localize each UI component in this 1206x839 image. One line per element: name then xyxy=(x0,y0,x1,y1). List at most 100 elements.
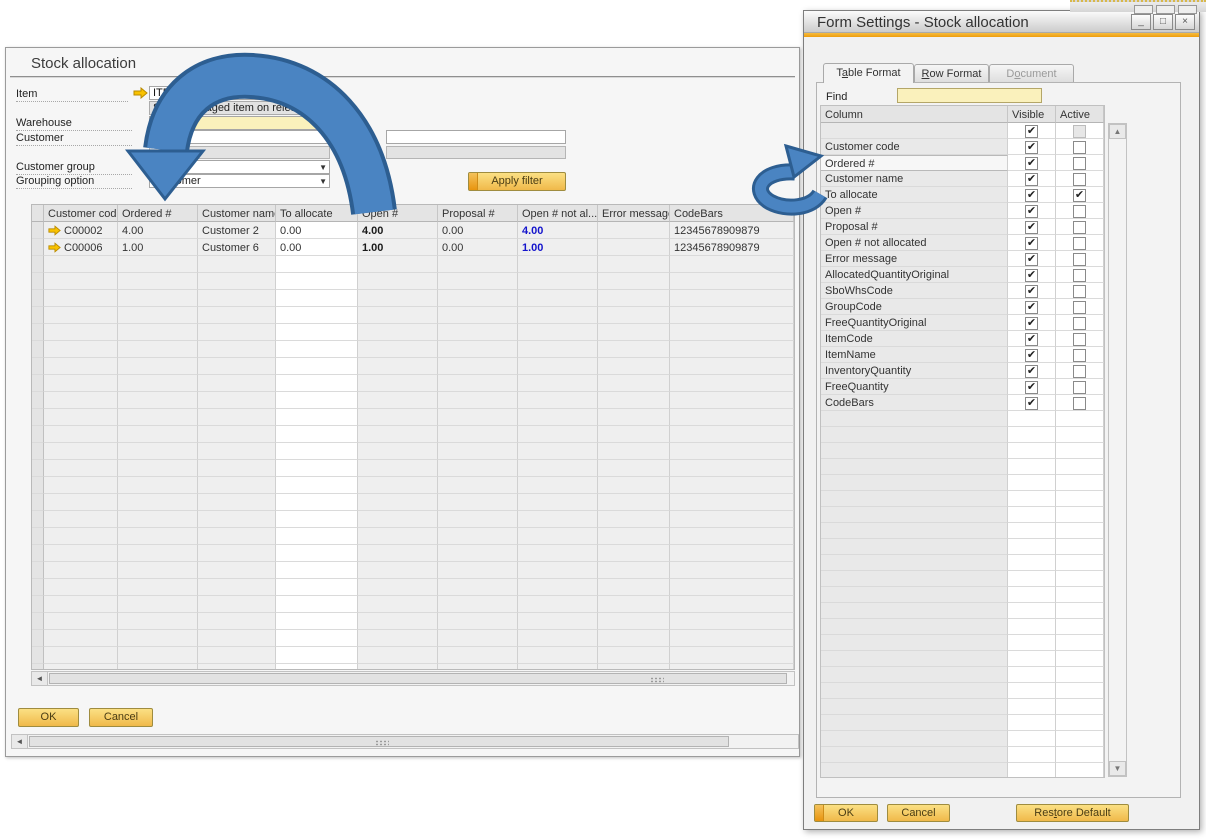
link-arrow-icon[interactable] xyxy=(133,87,148,99)
table-row-empty[interactable] xyxy=(32,358,794,375)
dialog-titlebar[interactable]: Form Settings - Stock allocation _ □ × xyxy=(804,11,1199,33)
scrollbar-thumb[interactable] xyxy=(49,673,787,684)
table-row-empty[interactable] xyxy=(32,426,794,443)
visible-cell[interactable]: ✔ xyxy=(1008,187,1056,203)
active-cell[interactable] xyxy=(1056,123,1104,139)
list-item-empty[interactable] xyxy=(821,587,1104,603)
list-item-empty[interactable] xyxy=(821,603,1104,619)
active-cell[interactable] xyxy=(1056,235,1104,251)
list-item-empty[interactable] xyxy=(821,491,1104,507)
list-item[interactable]: Proposal #✔ xyxy=(821,219,1104,235)
table-cell-customer_code[interactable]: C00006 xyxy=(44,239,118,256)
table-row-empty[interactable] xyxy=(32,528,794,545)
table-h-scrollbar[interactable]: ◄ xyxy=(31,671,795,686)
list-item-empty[interactable] xyxy=(821,715,1104,731)
table-row-empty[interactable] xyxy=(32,545,794,562)
active-cell[interactable] xyxy=(1056,219,1104,235)
active-checkbox[interactable] xyxy=(1073,365,1086,378)
list-item-empty[interactable] xyxy=(821,475,1104,491)
active-cell[interactable] xyxy=(1056,379,1104,395)
active-cell[interactable] xyxy=(1056,155,1104,171)
list-item[interactable]: Open # not allocated✔ xyxy=(821,235,1104,251)
table-cell-open[interactable]: 4.00 xyxy=(358,222,438,239)
column-name-cell[interactable] xyxy=(821,123,1008,139)
link-arrow-icon[interactable] xyxy=(48,225,61,236)
list-item[interactable]: SboWhsCode ✔ xyxy=(821,283,1104,299)
list-item[interactable]: Ordered #✔ xyxy=(821,155,1104,171)
column-name-cell[interactable]: GroupCode xyxy=(821,299,1008,315)
column-name-cell[interactable]: CodeBars xyxy=(821,395,1008,411)
row-selector[interactable] xyxy=(32,239,44,256)
table-cell-to_allocate[interactable]: 0.00 xyxy=(276,239,358,256)
table-row-empty[interactable] xyxy=(32,256,794,273)
visible-checkbox[interactable]: ✔ xyxy=(1025,381,1038,394)
visible-checkbox[interactable]: ✔ xyxy=(1025,365,1038,378)
list-item-empty[interactable] xyxy=(821,731,1104,747)
visible-checkbox[interactable]: ✔ xyxy=(1025,333,1038,346)
column-header[interactable]: Ordered # xyxy=(118,205,198,222)
column-header[interactable]: Customer name xyxy=(198,205,276,222)
restore-default-button[interactable]: Restore Default xyxy=(1016,804,1129,822)
visible-checkbox[interactable]: ✔ xyxy=(1025,301,1038,314)
scroll-down-icon[interactable]: ▼ xyxy=(1109,761,1126,776)
window-h-scrollbar[interactable]: ◄ xyxy=(11,734,799,749)
list-item-empty[interactable] xyxy=(821,523,1104,539)
list-item-empty[interactable] xyxy=(821,651,1104,667)
scroll-left-icon[interactable]: ◄ xyxy=(12,735,28,748)
column-name-cell[interactable]: ItemName xyxy=(821,347,1008,363)
list-item-empty[interactable] xyxy=(821,635,1104,651)
active-checkbox[interactable] xyxy=(1073,397,1086,410)
visible-checkbox[interactable]: ✔ xyxy=(1025,285,1038,298)
active-cell[interactable]: ✔ xyxy=(1056,187,1104,203)
column-name-cell[interactable]: To allocate xyxy=(821,187,1008,203)
list-item[interactable]: Error message✔ xyxy=(821,251,1104,267)
table-row-empty[interactable] xyxy=(32,477,794,494)
list-item-empty[interactable] xyxy=(821,539,1104,555)
column-header[interactable]: Open # xyxy=(358,205,438,222)
column-name-cell[interactable]: Open # not allocated xyxy=(821,235,1008,251)
active-checkbox[interactable] xyxy=(1073,317,1086,330)
list-item[interactable]: GroupCode ✔ xyxy=(821,299,1104,315)
table-header-row[interactable]: Customer codeOrdered #Customer nameTo al… xyxy=(32,205,794,222)
table-row-empty[interactable] xyxy=(32,324,794,341)
active-cell[interactable] xyxy=(1056,347,1104,363)
table-cell-codebars[interactable]: 12345678909879 xyxy=(670,239,794,256)
tab-document[interactable]: Document xyxy=(989,64,1074,82)
table-row-empty[interactable] xyxy=(32,494,794,511)
column-name-cell[interactable]: Open # xyxy=(821,203,1008,219)
table-cell-customer_code[interactable]: C00002 xyxy=(44,222,118,239)
table-row-empty[interactable] xyxy=(32,613,794,630)
table-row-empty[interactable] xyxy=(32,375,794,392)
table-cell-open_not_allocated[interactable]: 4.00 xyxy=(518,222,598,239)
visible-cell[interactable]: ✔ xyxy=(1008,299,1056,315)
table-row-empty[interactable] xyxy=(32,392,794,409)
list-item[interactable]: To allocate✔✔ xyxy=(821,187,1104,203)
apply-filter-button[interactable]: Apply filter xyxy=(468,172,566,191)
table-row-empty[interactable] xyxy=(32,647,794,664)
list-item[interactable]: Customer code✔ xyxy=(821,139,1104,155)
table-row[interactable]: C000061.00Customer 60.001.000.001.001234… xyxy=(32,239,794,256)
column-name-cell[interactable]: Error message xyxy=(821,251,1008,267)
visible-checkbox[interactable]: ✔ xyxy=(1025,221,1038,234)
visible-checkbox[interactable]: ✔ xyxy=(1025,397,1038,410)
warehouse-select[interactable]: 02▼ xyxy=(149,116,330,130)
active-cell[interactable] xyxy=(1056,395,1104,411)
visible-cell[interactable]: ✔ xyxy=(1008,395,1056,411)
column-name-cell[interactable]: AllocatedQuantityOriginal xyxy=(821,267,1008,283)
visible-cell[interactable]: ✔ xyxy=(1008,219,1056,235)
list-item-empty[interactable] xyxy=(821,747,1104,763)
cancel-button[interactable]: Cancel xyxy=(89,708,153,727)
visible-cell[interactable]: ✔ xyxy=(1008,363,1056,379)
tab-table-format[interactable]: Table Format xyxy=(823,63,914,83)
active-cell[interactable] xyxy=(1056,299,1104,315)
column-name-cell[interactable]: InventoryQuantity xyxy=(821,363,1008,379)
ok-button[interactable]: OK xyxy=(18,708,79,727)
list-item-empty[interactable] xyxy=(821,619,1104,635)
column-name-cell[interactable]: FreeQuantity xyxy=(821,379,1008,395)
column-name-cell[interactable]: SboWhsCode xyxy=(821,283,1008,299)
visible-cell[interactable]: ✔ xyxy=(1008,379,1056,395)
visible-cell[interactable]: ✔ xyxy=(1008,267,1056,283)
list-item[interactable]: InventoryQuantity ✔ xyxy=(821,363,1104,379)
visible-checkbox[interactable]: ✔ xyxy=(1025,317,1038,330)
table-row-empty[interactable] xyxy=(32,562,794,579)
